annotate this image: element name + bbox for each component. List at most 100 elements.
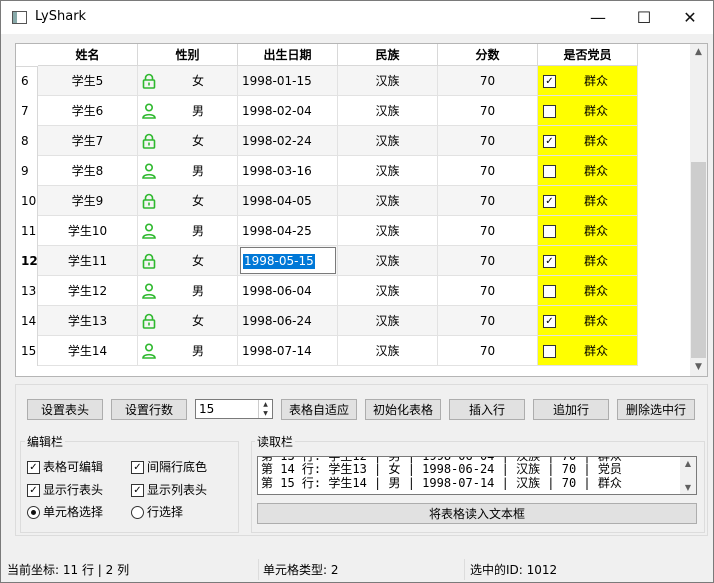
cell-score[interactable]: 70 — [438, 156, 538, 186]
cell-nation[interactable]: 汉族 — [338, 96, 438, 126]
party-checkbox[interactable]: ✓ — [543, 195, 556, 208]
cell-birth[interactable]: 1998-01-15 — [238, 66, 338, 96]
table-scrollbar[interactable]: ▲ ▼ — [690, 44, 707, 376]
header-nation[interactable]: 民族 — [338, 44, 438, 66]
auto-fit-button[interactable]: 表格自适应 — [281, 399, 357, 420]
cell-gender[interactable]: 男 — [138, 336, 238, 366]
cell-party[interactable]: ✓ 群众 — [538, 126, 638, 156]
set-header-button[interactable]: 设置表头 — [27, 399, 103, 420]
party-checkbox[interactable]: ✓ — [543, 75, 556, 88]
cell-gender[interactable]: 男 — [138, 156, 238, 186]
row-header[interactable]: 13 — [16, 276, 38, 306]
party-checkbox[interactable] — [543, 345, 556, 358]
scroll-thumb[interactable] — [691, 162, 706, 358]
cell-name[interactable]: 学生13 — [38, 306, 138, 336]
append-row-button[interactable]: 追加行 — [533, 399, 609, 420]
table-row[interactable]: 学生13 女 1998-06-24 汉族 70 ✓ 群众 — [38, 306, 638, 336]
cell-name[interactable]: 学生11 — [38, 246, 138, 276]
cell-nation[interactable]: 汉族 — [338, 126, 438, 156]
table-row[interactable]: 学生10 男 1998-04-25 汉族 70 群众 — [38, 216, 638, 246]
cell-name[interactable]: 学生5 — [38, 66, 138, 96]
cell-nation[interactable]: 汉族 — [338, 216, 438, 246]
insert-row-button[interactable]: 插入行 — [449, 399, 525, 420]
minimize-button[interactable]: — — [575, 1, 621, 34]
party-checkbox[interactable] — [543, 285, 556, 298]
cell-nation[interactable]: 汉族 — [338, 276, 438, 306]
spin-down-icon[interactable]: ▼ — [258, 409, 272, 418]
cell-birth[interactable]: 1998-04-25 — [238, 216, 338, 246]
party-checkbox[interactable]: ✓ — [543, 255, 556, 268]
row-header[interactable]: 14 — [16, 306, 38, 336]
cell-party[interactable]: ✓ 群众 — [538, 306, 638, 336]
cell-party[interactable]: 群众 — [538, 96, 638, 126]
text-scroll-up-icon[interactable]: ▲ — [680, 457, 696, 470]
cell-nation[interactable]: 汉族 — [338, 246, 438, 276]
scroll-up-icon[interactable]: ▲ — [690, 44, 707, 61]
cell-party[interactable]: 群众 — [538, 276, 638, 306]
row-count-spinbox[interactable]: 15 ▲ ▼ — [195, 399, 273, 419]
cell-birth[interactable]: 1998-03-16 — [238, 156, 338, 186]
row-header[interactable]: 8 — [16, 126, 38, 156]
cell-birth[interactable]: 1998-06-24 — [238, 306, 338, 336]
cell-name[interactable]: 学生9 — [38, 186, 138, 216]
cell-birth[interactable]: 1998-07-14 — [238, 336, 338, 366]
set-rows-button[interactable]: 设置行数 — [111, 399, 187, 420]
cell-gender[interactable]: 女 — [138, 66, 238, 96]
header-party[interactable]: 是否党员 — [538, 44, 638, 66]
cell-gender[interactable]: 女 — [138, 186, 238, 216]
cell-gender[interactable]: 女 — [138, 306, 238, 336]
party-checkbox[interactable] — [543, 225, 556, 238]
table-row[interactable]: 学生5 女 1998-01-15 汉族 70 ✓ 群众 — [38, 66, 638, 96]
row-header[interactable]: 7 — [16, 96, 38, 126]
cell-party[interactable]: 群众 — [538, 156, 638, 186]
cell-party[interactable]: ✓ 群众 — [538, 186, 638, 216]
cell-score[interactable]: 70 — [438, 216, 538, 246]
cell-birth[interactable]: 1998-05-15 — [238, 246, 338, 276]
cell-nation[interactable]: 汉族 — [338, 66, 438, 96]
table-row[interactable]: 学生14 男 1998-07-14 汉族 70 群众 — [38, 336, 638, 366]
cell-name[interactable]: 学生6 — [38, 96, 138, 126]
row-header[interactable]: 9 — [16, 156, 38, 186]
header-score[interactable]: 分数 — [438, 44, 538, 66]
table-row[interactable]: 学生12 男 1998-06-04 汉族 70 群众 — [38, 276, 638, 306]
header-name[interactable]: 姓名 — [38, 44, 138, 66]
cell-birth[interactable]: 1998-02-04 — [238, 96, 338, 126]
read-textbox[interactable]: 第 13 行: 学生12 | 男 | 1998-06-04 | 汉族 | 70 … — [257, 456, 697, 495]
cell-gender[interactable]: 女 — [138, 246, 238, 276]
cell-score[interactable]: 70 — [438, 336, 538, 366]
textbox-scrollbar[interactable]: ▲ ▼ — [680, 457, 696, 494]
close-button[interactable]: ✕ — [667, 1, 713, 34]
student-table[interactable]: 姓名 性别 出生日期 民族 分数 是否党员 6 学生5 女 1998-01-15 汉族 7… — [15, 43, 708, 377]
row-header[interactable]: 10 — [16, 186, 38, 216]
scroll-down-icon[interactable]: ▼ — [690, 359, 707, 376]
cell-score[interactable]: 70 — [438, 306, 538, 336]
cell-nation[interactable]: 汉族 — [338, 156, 438, 186]
init-table-button[interactable]: 初始化表格 — [365, 399, 441, 420]
text-scroll-down-icon[interactable]: ▼ — [680, 481, 696, 494]
cell-birth[interactable]: 1998-02-24 — [238, 126, 338, 156]
cell-score[interactable]: 70 — [438, 66, 538, 96]
party-checkbox[interactable]: ✓ — [543, 135, 556, 148]
cell-score[interactable]: 70 — [438, 126, 538, 156]
cell-name[interactable]: 学生14 — [38, 336, 138, 366]
row-header[interactable]: 6 — [16, 66, 38, 96]
cell-nation[interactable]: 汉族 — [338, 306, 438, 336]
cell-nation[interactable]: 汉族 — [338, 336, 438, 366]
cell-score[interactable]: 70 — [438, 186, 538, 216]
cell-party[interactable]: ✓ 群众 — [538, 66, 638, 96]
cell-birth[interactable]: 1998-06-04 — [238, 276, 338, 306]
cell-gender[interactable]: 男 — [138, 96, 238, 126]
cell-score[interactable]: 70 — [438, 276, 538, 306]
table-row[interactable]: 学生7 女 1998-02-24 汉族 70 ✓ 群众 — [38, 126, 638, 156]
delete-row-button[interactable]: 删除选中行 — [617, 399, 695, 420]
table-row[interactable]: 学生8 男 1998-03-16 汉族 70 群众 — [38, 156, 638, 186]
birth-editor[interactable]: 1998-05-15 — [240, 247, 336, 274]
table-row[interactable]: 学生11 女 1998-05-15 汉族 70 ✓ 群众 — [38, 246, 638, 276]
table-row[interactable]: 学生6 男 1998-02-04 汉族 70 群众 — [38, 96, 638, 126]
row-header[interactable]: 15 — [16, 336, 38, 366]
cell-birth[interactable]: 1998-04-05 — [238, 186, 338, 216]
cell-party[interactable]: ✓ 群众 — [538, 246, 638, 276]
table-row[interactable]: 学生9 女 1998-04-05 汉族 70 ✓ 群众 — [38, 186, 638, 216]
cell-party[interactable]: 群众 — [538, 216, 638, 246]
cell-name[interactable]: 学生10 — [38, 216, 138, 246]
